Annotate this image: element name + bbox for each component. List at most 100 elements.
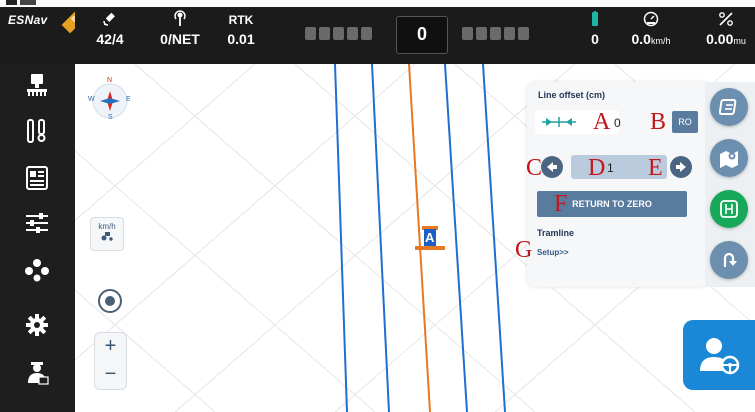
strip-mark — [20, 0, 36, 5]
sidebar-field-button[interactable] — [20, 69, 54, 101]
notes-button[interactable] — [710, 88, 748, 126]
deviation-bar — [305, 27, 316, 40]
notes-icon — [719, 99, 737, 115]
annotation-b: B — [650, 109, 667, 135]
tractor-icon — [101, 232, 113, 241]
deviation-bar — [476, 27, 487, 40]
left-sidebar — [0, 64, 75, 412]
settings-icon — [26, 314, 48, 336]
satellite-icon — [103, 12, 115, 26]
network-status[interactable]: 0/NET — [155, 7, 205, 64]
offset-right-button[interactable] — [670, 156, 692, 178]
battery-icon — [592, 11, 598, 26]
beta-badge: BETA — [61, 7, 75, 34]
tramline-icon — [720, 200, 738, 218]
deviation-bar — [462, 27, 473, 40]
u-turn-icon — [723, 252, 737, 267]
sidebar-operator-button[interactable] — [20, 356, 54, 388]
operator-icon — [28, 362, 49, 385]
offset-value: 0 — [614, 116, 621, 130]
area-status[interactable]: 0.00mu — [700, 7, 752, 64]
satellite-status[interactable]: 42/4 — [90, 7, 130, 64]
deviation-bar — [333, 27, 344, 40]
rtk-value: 0.01 — [227, 31, 255, 47]
annotation-d: D — [588, 155, 606, 181]
annotation-a: A — [593, 109, 611, 135]
offset-arrows-icon — [542, 117, 576, 127]
compass[interactable]: N S W E — [88, 77, 132, 123]
compass-e: E — [126, 96, 131, 103]
sidebar-implement-button[interactable] — [20, 115, 54, 147]
annotation-g: G — [515, 237, 533, 263]
sidebar-task-button[interactable] — [20, 162, 54, 194]
offset-left-button[interactable] — [541, 156, 563, 178]
operator-steering-button[interactable] — [683, 320, 755, 390]
rtk-label: RTK — [228, 13, 254, 27]
area-value: 0.00 — [706, 31, 734, 47]
implement-icon — [27, 119, 46, 143]
speed-value: 0.0 — [631, 31, 651, 47]
vehicle-marker: A — [415, 226, 445, 252]
step-value: 1 — [607, 161, 614, 175]
right-deviation-bars — [462, 27, 529, 40]
speed-unit: km/h — [650, 36, 671, 46]
speedometer-icon — [643, 11, 659, 27]
annotation-e: E — [648, 155, 663, 181]
zoom-out-button[interactable]: − — [95, 361, 126, 389]
top-strip — [0, 0, 755, 7]
area-unit: mu — [733, 36, 746, 46]
vehicle-label: A — [425, 230, 435, 245]
zoom-in-button[interactable]: + — [95, 333, 126, 361]
left-deviation-bars — [305, 27, 372, 40]
deviation-bar — [319, 27, 330, 40]
ro-button[interactable]: RO — [672, 111, 698, 133]
sidebar-parameters-button[interactable] — [20, 207, 54, 239]
compass-w: W — [88, 96, 95, 103]
u-turn-button[interactable] — [710, 241, 748, 279]
compass-s: S — [108, 114, 113, 121]
strip-mark — [6, 0, 17, 5]
rtk-status[interactable]: RTK 0.01 — [226, 7, 256, 64]
sidebar-settings-button[interactable] — [20, 309, 54, 341]
antenna-icon — [174, 10, 186, 26]
network-value: 0/NET — [160, 31, 200, 47]
logo-text: ESNav — [8, 13, 48, 27]
speed-status[interactable]: 0.0km/h — [622, 7, 680, 64]
line-offset-panel: Line offset (cm) 0 RO 1 RETURN TO ZERO T… — [515, 82, 705, 287]
nodes-icon — [25, 259, 49, 282]
sidebar-network-button[interactable] — [20, 254, 54, 286]
locate-button[interactable] — [98, 289, 122, 313]
sliders-icon — [26, 213, 48, 233]
line-offset-title: Line offset (cm) — [538, 90, 606, 100]
zoom-control: + − — [94, 332, 127, 390]
map-view[interactable]: N S W E km/h + − A Line offset (cm) 0 RO… — [75, 64, 755, 412]
deviation-bar — [361, 27, 372, 40]
annotation-c: C — [526, 155, 543, 181]
arrow-left-icon — [547, 162, 557, 172]
map-pin-icon — [720, 151, 738, 168]
right-toolbar — [705, 82, 755, 287]
deviation-bar — [504, 27, 515, 40]
cross-track-error: 0 — [396, 16, 448, 54]
area-icon — [719, 12, 733, 26]
arrow-right-icon — [676, 162, 686, 172]
compass-n: N — [107, 77, 113, 84]
speed-unit-toggle[interactable]: km/h — [90, 217, 124, 251]
satellite-count: 42/4 — [96, 31, 124, 47]
tramline-title: Tramline — [537, 228, 575, 238]
deviation-bar — [490, 27, 501, 40]
operator-steering-icon — [700, 338, 740, 375]
speed-unit-label: km/h — [98, 222, 116, 231]
annotation-f: F — [554, 191, 568, 217]
task-icon — [26, 166, 48, 190]
battery-status[interactable]: 0 — [585, 7, 605, 64]
deviation-bar — [347, 27, 358, 40]
status-bar: ESNav BETA 42/4 0/NET RTK 0.01 0 0 0.0km… — [0, 7, 755, 64]
field-icon — [27, 74, 47, 96]
tramline-setup-link[interactable]: Setup>> — [537, 248, 569, 257]
battery-value: 0 — [591, 31, 599, 47]
app-logo: ESNav BETA — [0, 7, 75, 64]
deviation-bar — [518, 27, 529, 40]
map-marker-button[interactable] — [710, 139, 748, 177]
tramline-button[interactable] — [710, 190, 748, 228]
